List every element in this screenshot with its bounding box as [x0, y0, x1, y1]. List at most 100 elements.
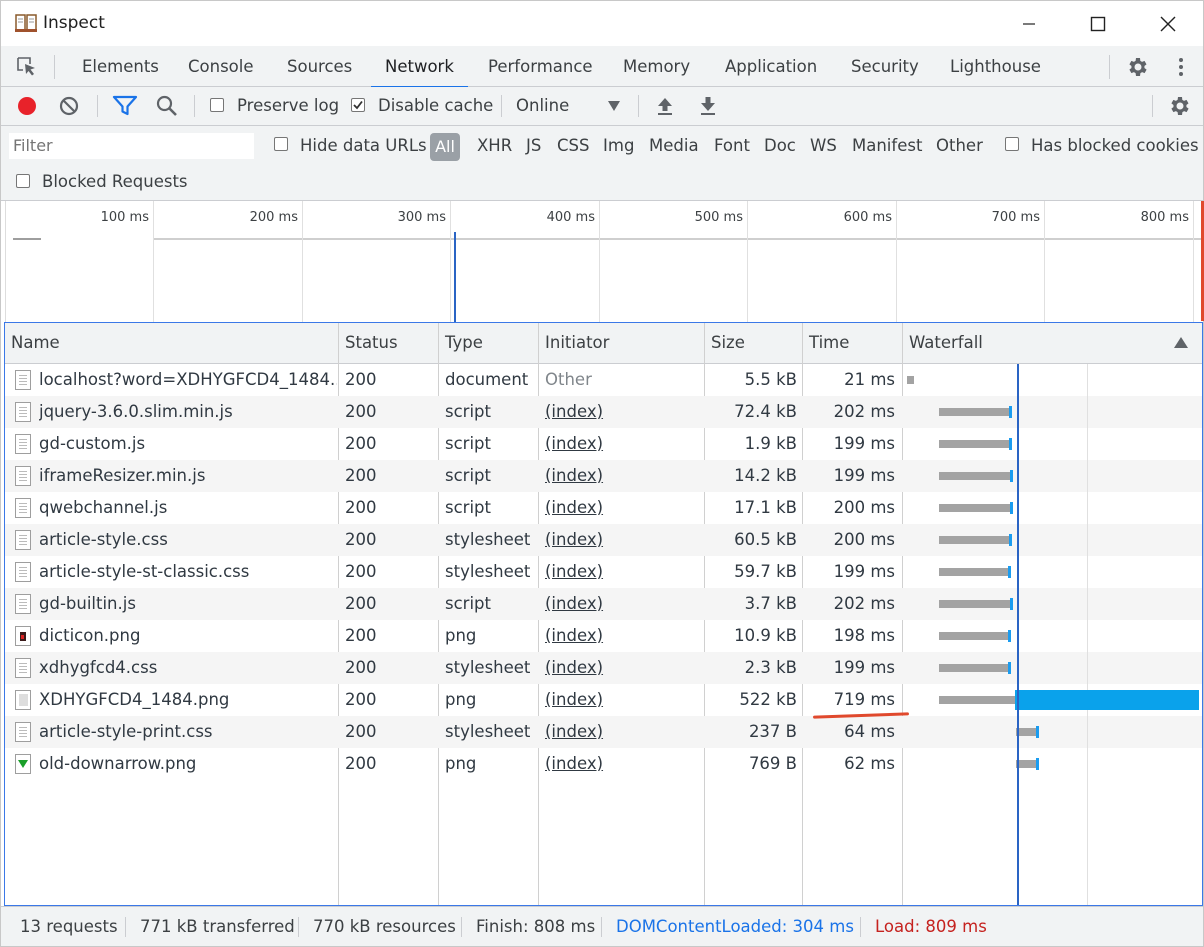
hide-data-urls-checkbox[interactable]: [274, 137, 288, 151]
close-icon: [1160, 16, 1176, 31]
request-time: 202 ms: [833, 594, 895, 613]
request-type: stylesheet: [445, 658, 531, 677]
search-icon[interactable]: [155, 94, 179, 118]
more-options-icon[interactable]: [1169, 55, 1193, 79]
waterfall-bar[interactable]: [907, 376, 914, 384]
record-icon[interactable]: [15, 94, 39, 118]
filter-type-doc[interactable]: Doc: [764, 136, 796, 155]
request-initiator[interactable]: (index): [545, 620, 705, 652]
tab-sources[interactable]: Sources: [287, 46, 352, 87]
toolbar-separator: [97, 95, 98, 117]
filter-type-manifest[interactable]: Manifest: [852, 136, 922, 155]
import-har-icon[interactable]: [654, 94, 676, 118]
file-icon: [15, 530, 31, 550]
filter-input[interactable]: [9, 133, 254, 159]
request-name: iframeResizer.min.js: [39, 466, 206, 485]
request-time: 199 ms: [833, 562, 895, 581]
disable-cache-checkbox[interactable]: [351, 98, 365, 112]
file-icon: [15, 402, 31, 422]
tab-security[interactable]: Security: [851, 46, 919, 87]
waterfall-bar[interactable]: [939, 472, 1010, 480]
select-element-icon[interactable]: [15, 55, 39, 79]
maximize-button[interactable]: [1063, 1, 1133, 46]
request-name: article-style-print.css: [39, 722, 213, 741]
column-header-time[interactable]: Time: [803, 323, 849, 364]
column-header-size[interactable]: Size: [705, 323, 745, 364]
request-status: 200: [345, 594, 377, 613]
filter-type-other[interactable]: Other: [936, 136, 983, 155]
tab-performance[interactable]: Performance: [488, 46, 593, 87]
filter-type-js[interactable]: JS: [526, 136, 541, 155]
request-initiator[interactable]: (index): [545, 748, 705, 780]
request-initiator[interactable]: (index): [545, 716, 705, 748]
filter-type-css[interactable]: CSS: [557, 136, 589, 155]
tab-console[interactable]: Console: [188, 46, 254, 87]
network-settings-icon[interactable]: [1167, 94, 1191, 118]
minimize-button[interactable]: [994, 1, 1064, 46]
waterfall-bar[interactable]: [1016, 728, 1036, 736]
waterfall-bar[interactable]: [939, 504, 1010, 512]
tab-elements[interactable]: Elements: [82, 46, 159, 87]
chevron-down-icon[interactable]: [608, 101, 620, 111]
waterfall-bar[interactable]: [939, 696, 1015, 704]
request-time: 198 ms: [833, 626, 895, 645]
file-icon: [15, 562, 31, 582]
file-icon: [15, 466, 31, 486]
request-initiator[interactable]: (index): [545, 588, 705, 620]
clear-icon[interactable]: [57, 94, 81, 118]
tab-network[interactable]: Network: [371, 46, 468, 88]
request-type: script: [445, 402, 491, 421]
request-initiator[interactable]: (index): [545, 460, 705, 492]
settings-gear-icon[interactable]: [1125, 55, 1149, 79]
waterfall-bar[interactable]: [939, 632, 1008, 640]
waterfall-receive-bar: [1008, 566, 1011, 578]
request-size: 1.9 kB: [744, 434, 797, 453]
request-time: 200 ms: [833, 530, 895, 549]
toolbar-separator: [638, 95, 639, 117]
request-time: 199 ms: [833, 658, 895, 677]
request-type: script: [445, 466, 491, 485]
request-size: 522 kB: [739, 690, 797, 709]
waterfall-bar[interactable]: [939, 664, 1008, 672]
export-har-icon[interactable]: [697, 94, 719, 118]
throttling-select[interactable]: Online: [516, 96, 569, 115]
tab-lighthouse[interactable]: Lighthouse: [950, 46, 1041, 87]
request-initiator[interactable]: (index): [545, 556, 705, 588]
tab-memory[interactable]: Memory: [623, 46, 690, 87]
close-button[interactable]: [1133, 1, 1203, 46]
request-initiator[interactable]: (index): [545, 684, 705, 716]
filter-icon[interactable]: [112, 94, 138, 118]
waterfall-bar[interactable]: [939, 568, 1008, 576]
waterfall-bar[interactable]: [939, 600, 1010, 608]
column-header-waterfall[interactable]: Waterfall: [903, 323, 983, 364]
filter-type-font[interactable]: Font: [714, 136, 750, 155]
sort-ascending-icon[interactable]: [1174, 337, 1188, 348]
column-header-initiator[interactable]: Initiator: [539, 323, 609, 364]
request-initiator[interactable]: (index): [545, 396, 705, 428]
request-initiator[interactable]: (index): [545, 492, 705, 524]
minimize-icon: [1023, 22, 1035, 25]
request-initiator[interactable]: (index): [545, 652, 705, 684]
column-header-type[interactable]: Type: [439, 323, 483, 364]
filter-type-ws[interactable]: WS: [810, 136, 837, 155]
filter-type-media[interactable]: Media: [649, 136, 699, 155]
filter-type-xhr[interactable]: XHR: [477, 136, 512, 155]
waterfall-bar[interactable]: [939, 408, 1009, 416]
column-header-name[interactable]: Name: [5, 323, 60, 364]
request-initiator[interactable]: (index): [545, 428, 705, 460]
filter-type-all[interactable]: All: [430, 133, 460, 161]
request-initiator[interactable]: (index): [545, 524, 705, 556]
request-size: 59.7 kB: [734, 562, 797, 581]
has-blocked-cookies-checkbox[interactable]: [1005, 137, 1019, 151]
tab-application[interactable]: Application: [725, 46, 817, 87]
filter-type-img[interactable]: Img: [603, 136, 634, 155]
file-icon: [15, 370, 31, 390]
waterfall-bar[interactable]: [939, 440, 1009, 448]
blocked-requests-checkbox[interactable]: [16, 174, 30, 188]
waterfall-gridline: [1087, 364, 1088, 905]
waterfall-bar[interactable]: [939, 536, 1009, 544]
waterfall-bar[interactable]: [1016, 760, 1036, 768]
timeline-overview[interactable]: 100 ms 200 ms 300 ms 400 ms 500 ms 600 m…: [5, 201, 1202, 322]
preserve-log-checkbox[interactable]: [210, 98, 224, 112]
column-header-status[interactable]: Status: [339, 323, 398, 364]
